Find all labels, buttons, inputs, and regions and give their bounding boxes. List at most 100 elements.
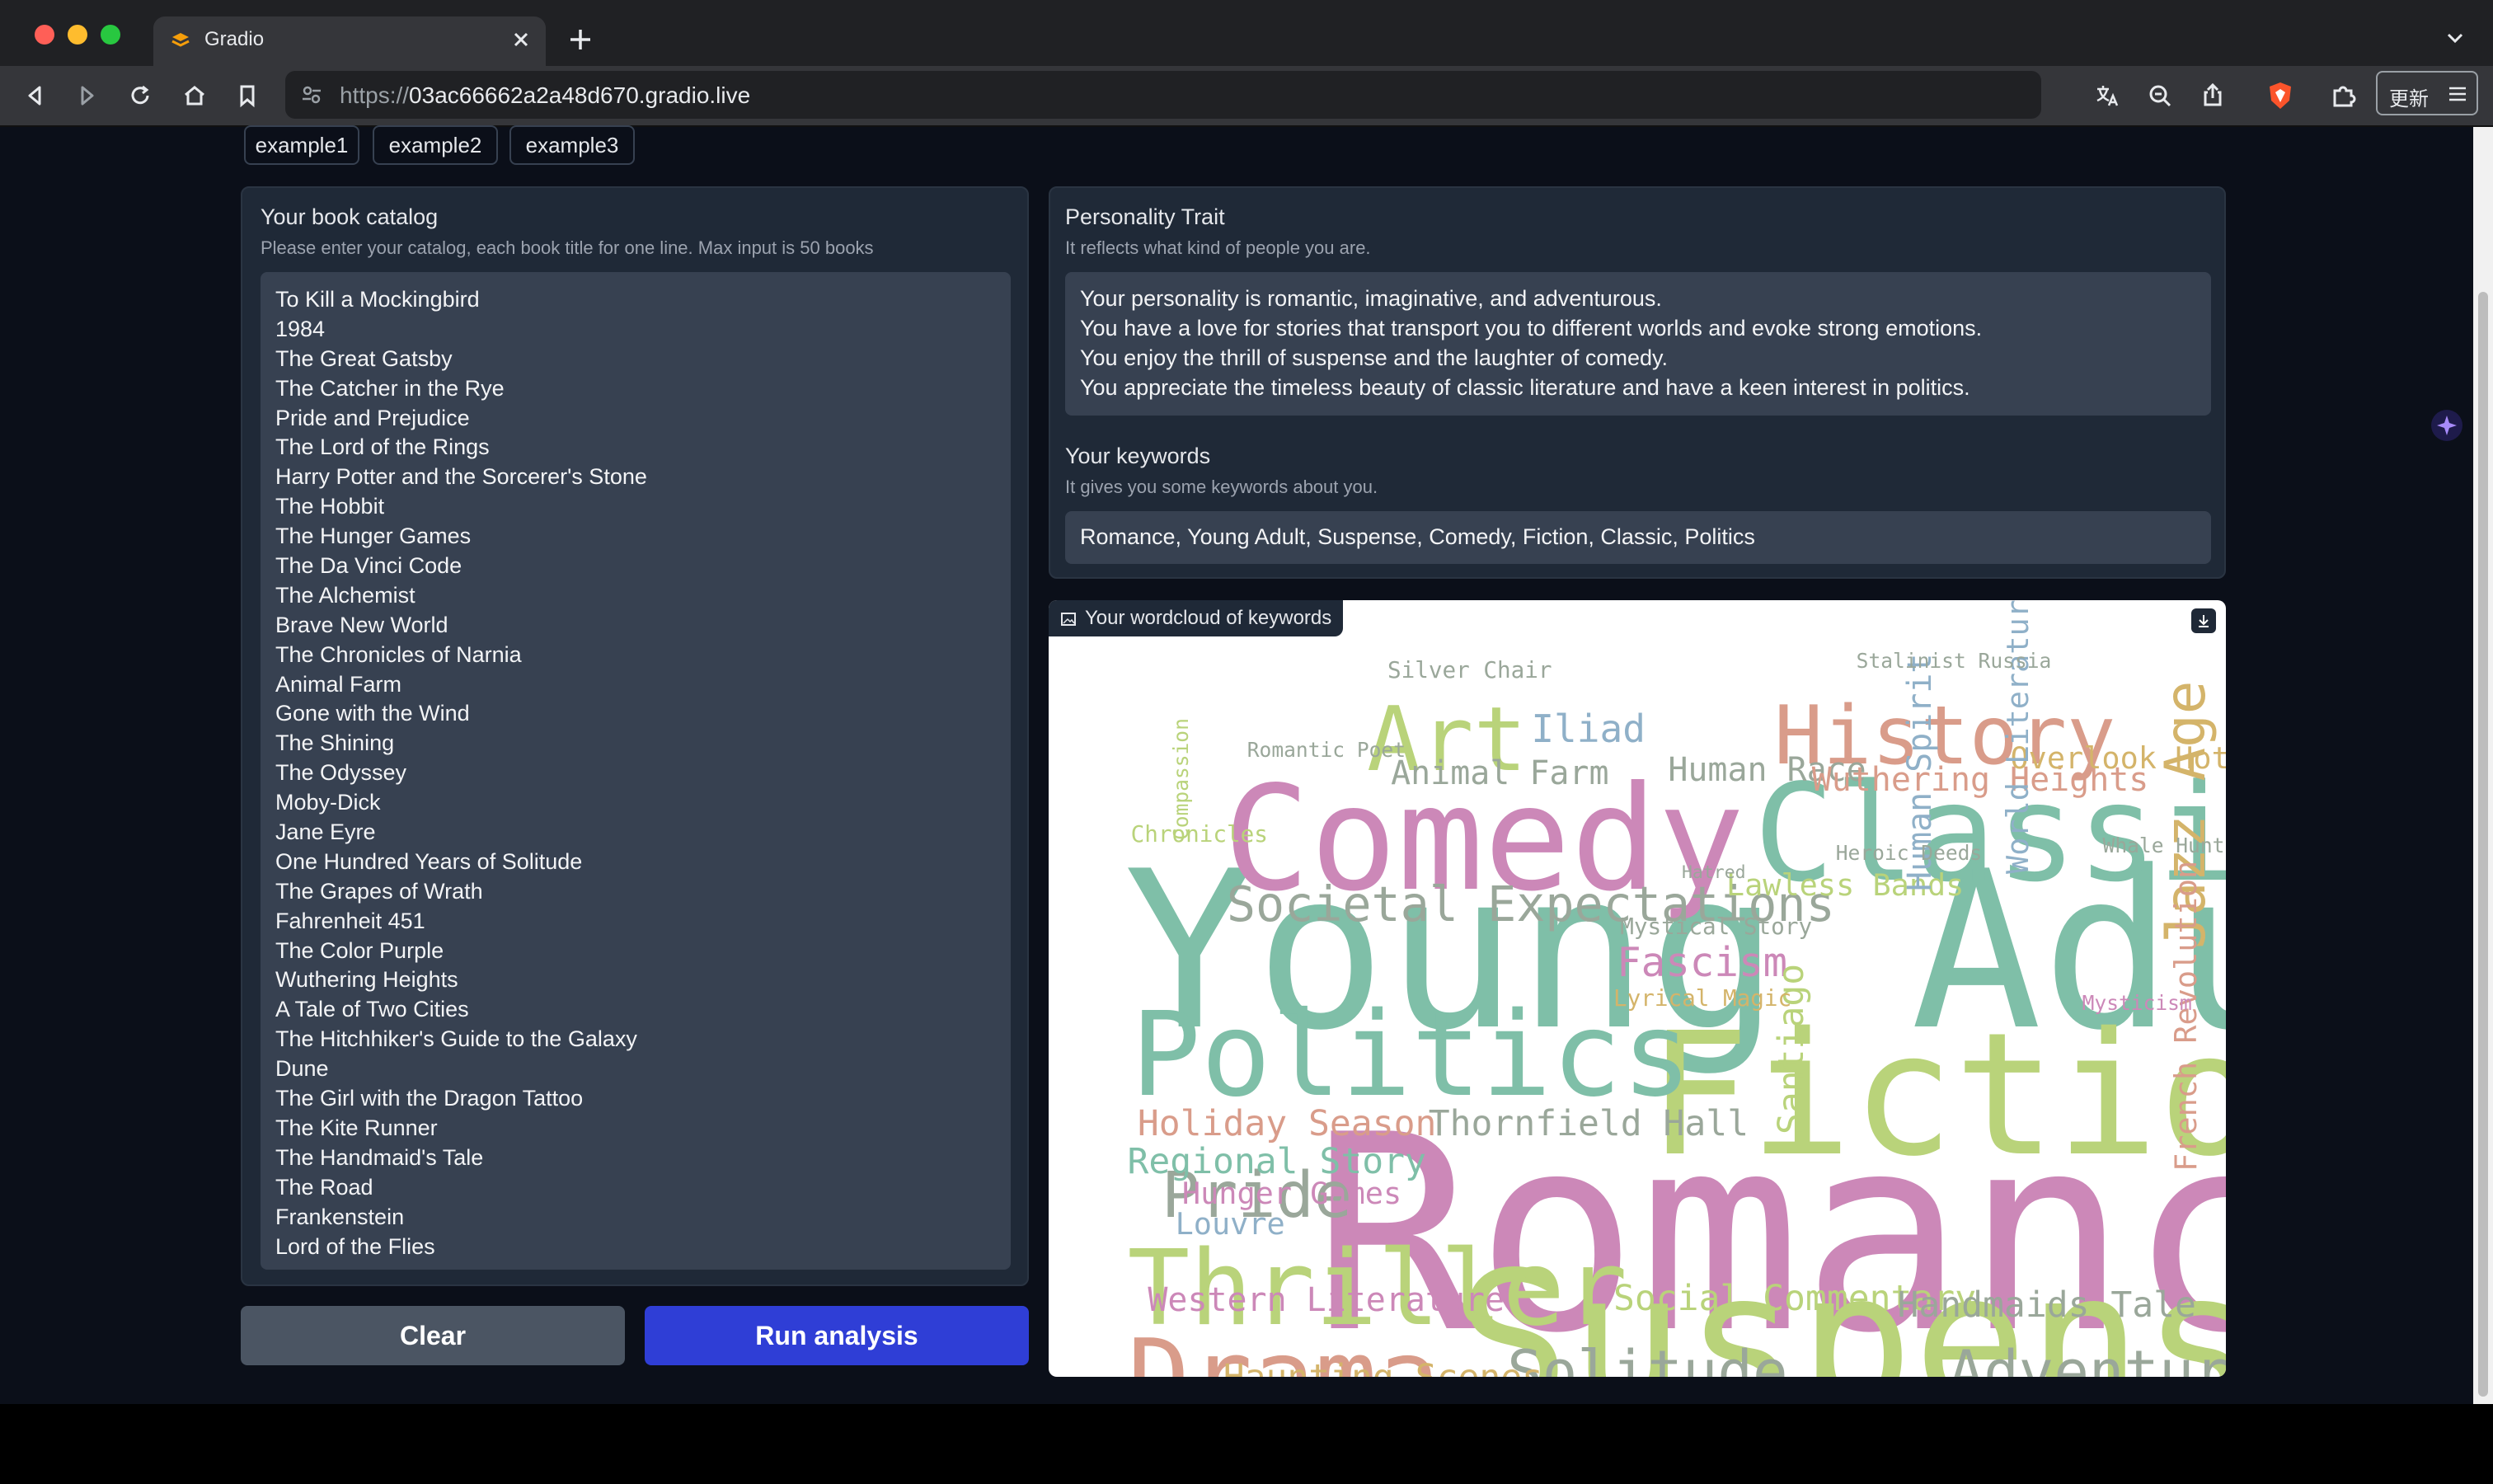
clear-button[interactable]: Clear bbox=[241, 1306, 625, 1365]
wordcloud-word: Lyrical Magic bbox=[1613, 984, 1792, 1012]
wordcloud-word: Fiction bbox=[1647, 996, 2226, 1195]
wordcloud-word: Handmaids Tale bbox=[1897, 1284, 2196, 1327]
wordcloud-word: Romantic Poet bbox=[1246, 738, 1406, 763]
wordcloud-word: Solitude bbox=[1507, 1336, 1788, 1377]
wordcloud-word: Hatred bbox=[1681, 862, 1746, 883]
address-bar[interactable]: https://03ac66662a2a48d670.gradio.live bbox=[285, 71, 2041, 119]
catalog-book-line: Brave New World bbox=[275, 612, 448, 637]
wordcloud-word: Regional Story bbox=[1127, 1141, 1426, 1183]
download-icon bbox=[2199, 615, 2209, 627]
browser-window: Gradio https://03ac66662a2a48d670.gradio… bbox=[0, 0, 2493, 1404]
maximize-window-button[interactable] bbox=[101, 25, 120, 45]
wordcloud-word: Western Literature bbox=[1148, 1281, 1505, 1320]
catalog-book-line: A Tale of Two Cities bbox=[275, 997, 469, 1022]
catalog-book-line: Harry Potter and the Sorcerer's Stone bbox=[275, 464, 647, 490]
catalog-panel: Your book catalog Please enter your cata… bbox=[241, 186, 1029, 1286]
catalog-book-line: The Grapes of Wrath bbox=[275, 878, 483, 904]
wordcloud-word: Holiday Season bbox=[1137, 1103, 1437, 1145]
personality-line: Your personality is romantic, imaginativ… bbox=[1080, 286, 1662, 311]
wordcloud-word: Whale Hunting bbox=[2102, 834, 2226, 858]
catalog-book-line: Wuthering Heights bbox=[275, 967, 458, 993]
catalog-book-line: The Girl with the Dragon Tattoo bbox=[275, 1086, 584, 1111]
example3-button[interactable]: example3 bbox=[509, 125, 635, 165]
keywords-info: It gives you some keywords about you. bbox=[1065, 477, 1378, 497]
site-settings-icon[interactable] bbox=[300, 83, 323, 106]
wordcloud-word: Hunger Games bbox=[1181, 1175, 1402, 1211]
update-button[interactable]: 更新 bbox=[2376, 71, 2478, 115]
keywords-label: Your keywords bbox=[1065, 444, 1211, 468]
extensions-icon[interactable] bbox=[2328, 81, 2358, 110]
catalog-book-line: The Hitchhiker's Guide to the Galaxy bbox=[275, 1026, 637, 1052]
catalog-book-line: To Kill a Mockingbird bbox=[275, 287, 480, 312]
wordcloud-word: Louvre bbox=[1175, 1205, 1285, 1242]
chevron-down-icon[interactable] bbox=[2442, 25, 2468, 51]
catalog-book-line: The Odyssey bbox=[275, 760, 407, 786]
catalog-book-line: The Handmaid's Tale bbox=[275, 1144, 484, 1170]
translate-icon[interactable] bbox=[2092, 81, 2122, 110]
keywords-textbox[interactable]: Romance, Young Adult, Suspense, Comedy, … bbox=[1065, 511, 2211, 564]
catalog-label: Your book catalog bbox=[261, 204, 439, 229]
catalog-book-line: Frankenstein bbox=[275, 1204, 405, 1229]
run-analysis-button[interactable]: Run analysis bbox=[645, 1306, 1029, 1365]
wordcloud-word: Haunting Scenes bbox=[1223, 1360, 1543, 1377]
gradio-logo-icon bbox=[171, 33, 190, 47]
page-scrollbar[interactable] bbox=[2473, 127, 2493, 1404]
new-tab-icon[interactable] bbox=[566, 25, 595, 54]
catalog-book-line: The Lord of the Rings bbox=[275, 434, 490, 460]
tab-gradio[interactable]: Gradio bbox=[153, 16, 546, 66]
minimize-window-button[interactable] bbox=[68, 25, 87, 45]
share-icon[interactable] bbox=[2198, 81, 2228, 110]
home-icon[interactable] bbox=[180, 81, 209, 110]
url-text: https://03ac66662a2a48d670.gradio.live bbox=[340, 82, 751, 108]
tab-title: Gradio bbox=[204, 28, 265, 50]
results-panel: Personality Trait It reflects what kind … bbox=[1049, 186, 2226, 579]
wordcloud-word: Thornfield Hall bbox=[1428, 1103, 1749, 1145]
ai-sparkle-icon[interactable] bbox=[2430, 409, 2463, 442]
catalog-book-line: Dune bbox=[275, 1056, 329, 1082]
catalog-book-line: The Catcher in the Rye bbox=[275, 375, 505, 401]
catalog-book-line: The Road bbox=[275, 1174, 373, 1200]
scrollbar-thumb[interactable] bbox=[2478, 292, 2488, 1397]
example1-button[interactable]: example1 bbox=[244, 125, 359, 165]
reload-icon[interactable] bbox=[125, 81, 155, 110]
catalog-book-line: 1984 bbox=[275, 316, 326, 341]
zoom-out-icon[interactable] bbox=[2145, 81, 2175, 110]
wordcloud-word: Stalinist Russia bbox=[1856, 649, 2052, 674]
wordcloud-word: Overlook Hotel bbox=[2010, 740, 2226, 777]
catalog-book-line: The Hunger Games bbox=[275, 524, 472, 549]
bookmark-icon[interactable] bbox=[232, 81, 262, 110]
personality-info: It reflects what kind of people you are. bbox=[1065, 237, 1371, 258]
catalog-book-line: Animal Farm bbox=[275, 671, 402, 697]
wordcloud-word: Adventure bbox=[1948, 1336, 2226, 1377]
forward-icon[interactable] bbox=[73, 81, 102, 110]
catalog-book-line: The Shining bbox=[275, 730, 395, 756]
catalog-book-line: The Color Purple bbox=[275, 937, 444, 963]
personality-textbox[interactable]: Your personality is romantic, imaginativ… bbox=[1065, 272, 2211, 416]
back-icon[interactable] bbox=[20, 81, 49, 110]
wordcloud-word: Silver Chair bbox=[1387, 655, 1552, 683]
tab-strip: Gradio bbox=[0, 0, 2493, 66]
menu-icon bbox=[2449, 87, 2466, 101]
catalog-book-line: The Alchemist bbox=[275, 582, 416, 608]
close-tab-icon[interactable] bbox=[506, 25, 536, 54]
example2-button[interactable]: example2 bbox=[373, 125, 498, 165]
catalog-book-line: Gone with the Wind bbox=[275, 701, 470, 726]
catalog-book-line: Lord of the Flies bbox=[275, 1233, 435, 1259]
close-window-button[interactable] bbox=[35, 25, 54, 45]
wordcloud-word: Politics bbox=[1130, 987, 1693, 1123]
wordcloud-word: Mystical Story bbox=[1620, 912, 1813, 940]
catalog-book-line: The Chronicles of Narnia bbox=[275, 641, 522, 667]
wordcloud-label: Your wordcloud of keywords bbox=[1049, 600, 1344, 636]
brave-shield-icon[interactable] bbox=[2264, 79, 2297, 112]
catalog-info: Please enter your catalog, each book tit… bbox=[261, 237, 874, 258]
wordcloud-word: Iliad bbox=[1531, 706, 1646, 751]
catalog-book-line: Moby-Dick bbox=[275, 790, 381, 815]
wordcloud-word: French Revolution bbox=[2167, 860, 2204, 1172]
wordcloud-word: Mysticism bbox=[2082, 991, 2192, 1016]
wordcloud-word: Heroic Deeds bbox=[1835, 840, 1983, 865]
wordcloud-word: Animal Farm bbox=[1391, 754, 1609, 792]
download-button[interactable] bbox=[2191, 608, 2216, 633]
catalog-textarea[interactable]: To Kill a Mockingbird 1984 The Great Gatsb… bbox=[261, 272, 1011, 1270]
catalog-book-line: The Da Vinci Code bbox=[275, 553, 462, 579]
catalog-book-line: The Great Gatsby bbox=[275, 345, 453, 371]
